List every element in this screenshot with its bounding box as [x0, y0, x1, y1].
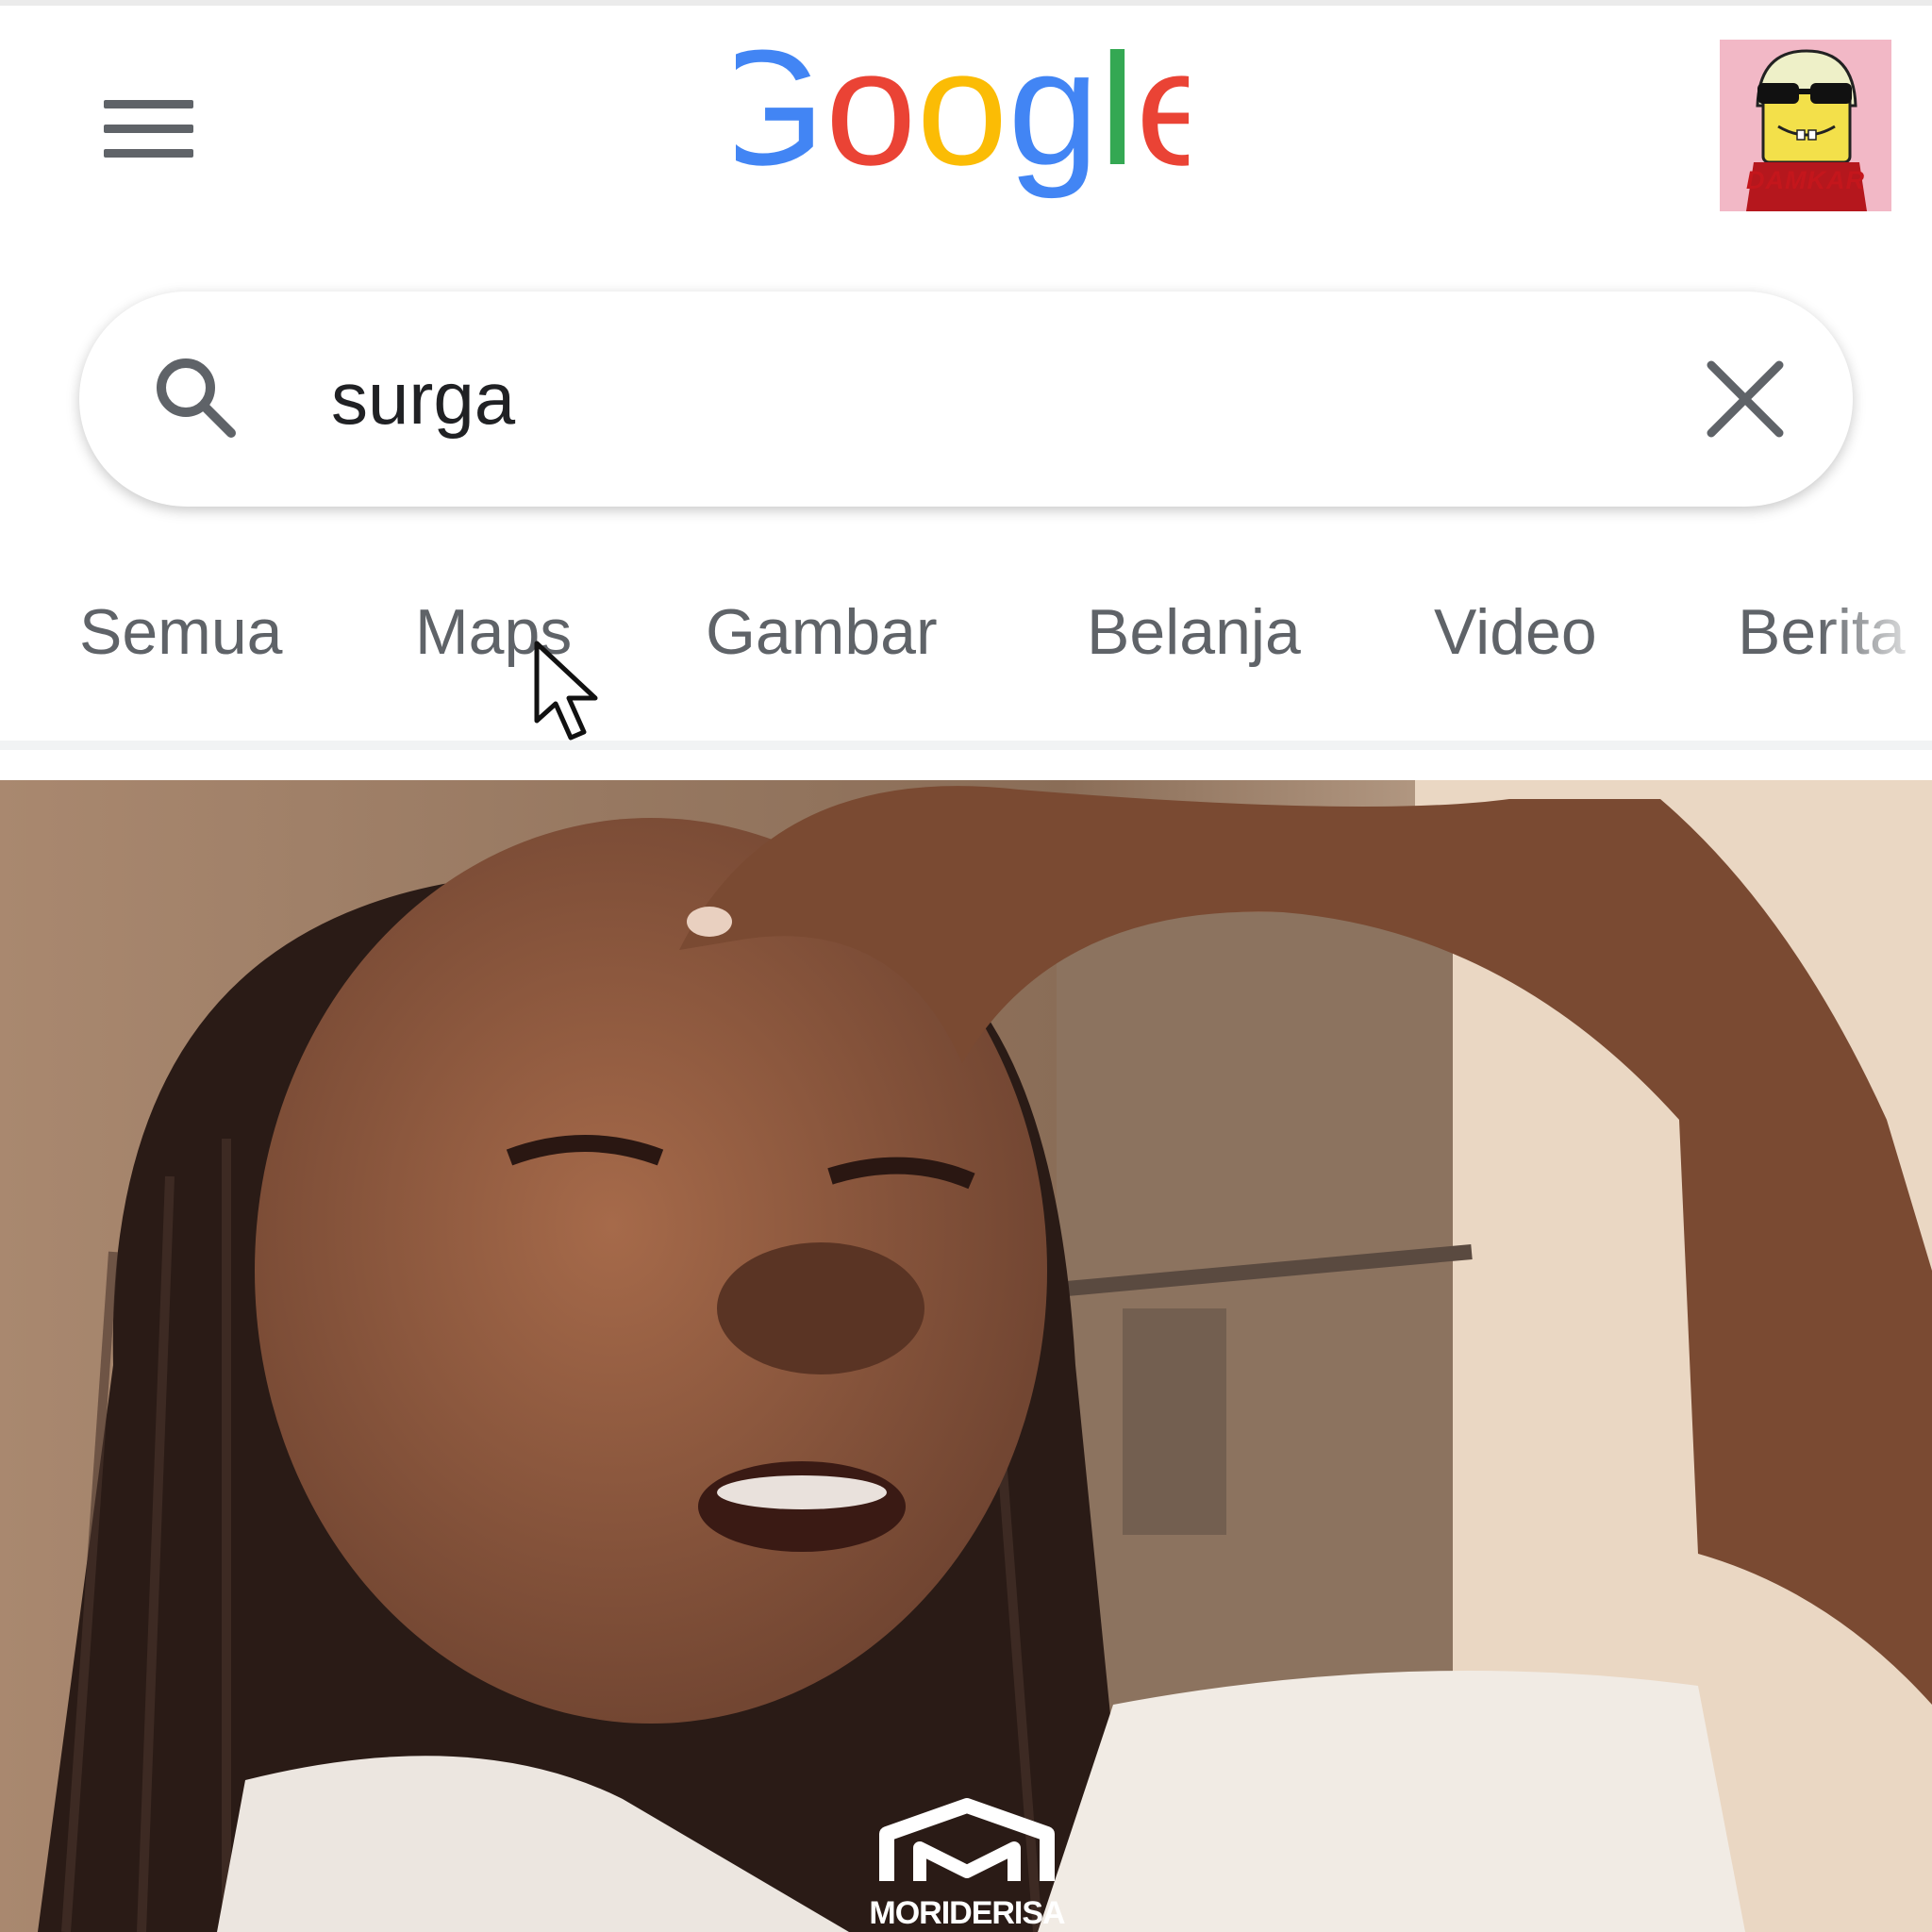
tab-gambar[interactable]: Gambar — [706, 575, 938, 689]
mouse-pointer-icon — [534, 641, 598, 741]
result-image[interactable]: MORIDERISA — [0, 780, 1932, 1932]
google-logo[interactable]: Google — [736, 49, 1189, 219]
search-input[interactable]: surga — [331, 346, 515, 450]
tab-semua[interactable]: Semua — [79, 575, 282, 689]
close-icon[interactable] — [1702, 356, 1789, 442]
logo-letter: o — [825, 49, 917, 199]
tab-belanja[interactable]: Belanja — [1087, 575, 1301, 689]
search-box[interactable]: surga — [79, 291, 1853, 507]
logo-letter: o — [917, 49, 1008, 199]
search-icon[interactable] — [148, 350, 242, 444]
google-search-page: Google DAMKAR surga Semua Maps Gambar Be… — [0, 0, 1932, 1932]
avatar-caption: DAMKAR — [1746, 166, 1865, 194]
logo-letter: g — [1008, 49, 1099, 199]
top-edge-strip — [0, 0, 1932, 6]
menu-button[interactable] — [94, 91, 198, 170]
google-logo-text: Google — [736, 49, 1189, 199]
account-avatar[interactable]: DAMKAR — [1720, 40, 1891, 211]
logo-letter: l — [1099, 49, 1136, 199]
logo-letter: G — [736, 49, 825, 199]
header-divider — [0, 741, 1932, 750]
tabs-scroll-fade — [1819, 575, 1932, 689]
logo-letter: e — [1136, 49, 1189, 199]
result-photo — [0, 780, 1932, 1932]
watermark: MORIDERISA — [830, 1791, 1104, 1932]
search-tabs: Semua Maps Gambar Belanja Video Berita — [0, 575, 1932, 689]
tab-video[interactable]: Video — [1434, 575, 1597, 689]
watermark-text: MORIDERISA — [869, 1895, 1065, 1931]
watermark-logo-icon — [879, 1798, 1055, 1881]
